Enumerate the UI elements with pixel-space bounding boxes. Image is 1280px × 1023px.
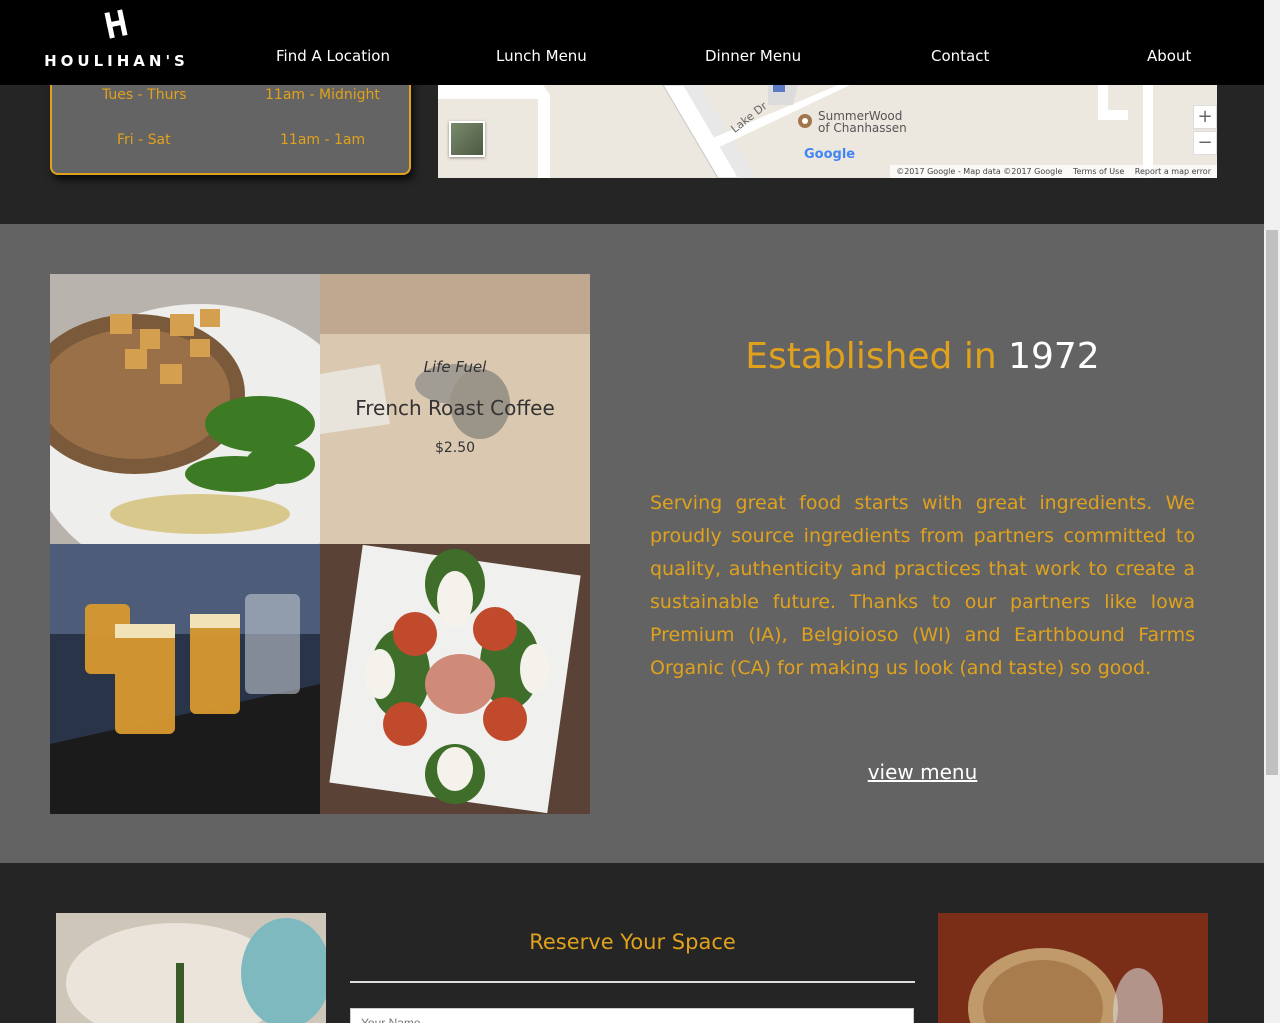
beer-flight-photo	[50, 544, 320, 814]
hours-card: Tues - Thurs 11am - Midnight Fri - Sat 1…	[50, 75, 411, 175]
zoom-out-button[interactable]: −	[1193, 131, 1217, 155]
map-attribution: ©2017 Google - Map data ©2017 Google Ter…	[890, 165, 1217, 178]
nav-dinner-menu[interactable]: Dinner Menu	[705, 47, 801, 65]
hours-map-section: Tues - Thurs 11am - Midnight Fri - Sat 1…	[0, 75, 1264, 224]
caprese-photo	[320, 544, 590, 814]
satellite-toggle[interactable]	[449, 121, 485, 157]
reserve-section: Reserve Your Space	[0, 863, 1264, 1023]
site-header: HOULIHAN'S Find A Location Lunch Menu Di…	[0, 0, 1264, 85]
established-heading-text: Established in	[745, 336, 1009, 377]
established-year: 1972	[1008, 336, 1100, 377]
page-scrollbar[interactable]	[1264, 0, 1280, 1023]
map-place-label[interactable]: SummerWood of Chanhassen	[818, 110, 907, 134]
location-map[interactable]: Lake Dr SummerWood of Chanhassen Google …	[438, 85, 1217, 178]
nav-lunch-menu[interactable]: Lunch Menu	[496, 47, 587, 65]
nav-find-a-location[interactable]: Find A Location	[276, 47, 390, 65]
map-place-line: of Chanhassen	[818, 121, 907, 135]
established-description: Serving great food starts with great ing…	[650, 492, 1195, 679]
featured-name: French Roast Coffee	[355, 396, 555, 420]
houlihans-logo[interactable]: HOULIHAN'S	[44, 8, 189, 74]
nav-about[interactable]: About	[1147, 47, 1191, 65]
hours-time: 11am - 1am	[280, 132, 366, 148]
hours-time: 11am - Midnight	[265, 87, 380, 103]
food-photo-grid: Life Fuel French Roast Coffee $2.50	[50, 274, 590, 814]
map-attribution-text: ©2017 Google - Map data ©2017 Google	[896, 167, 1063, 176]
logo-h-icon	[104, 9, 128, 39]
featured-tag: Life Fuel	[423, 358, 487, 376]
reserve-heading: Reserve Your Space	[529, 930, 736, 954]
view-menu-link[interactable]: view menu	[650, 760, 1195, 784]
map-report-link[interactable]: Report a map error	[1135, 167, 1211, 176]
hours-days: Fri - Sat	[117, 132, 171, 148]
dessert-photo	[56, 913, 326, 1023]
nav-contact[interactable]: Contact	[931, 47, 989, 65]
featured-item-card[interactable]: Life Fuel French Roast Coffee $2.50	[320, 274, 590, 544]
divider	[350, 981, 915, 983]
established-section: Life Fuel French Roast Coffee $2.50 Esta…	[0, 224, 1264, 863]
map-terms-link[interactable]: Terms of Use	[1073, 167, 1124, 176]
featured-price: $2.50	[434, 440, 476, 456]
hours-days: Tues - Thurs	[102, 87, 187, 103]
pork-chop-photo	[50, 274, 320, 544]
scrollbar-thumb[interactable]	[1266, 230, 1278, 775]
bread-photo	[938, 913, 1208, 1023]
name-field[interactable]	[350, 1008, 914, 1023]
logo-text: HOULIHAN'S	[44, 52, 189, 70]
google-logo: Google	[804, 147, 856, 162]
zoom-in-button[interactable]: +	[1193, 105, 1217, 129]
established-heading: Established in 1972	[650, 336, 1195, 377]
